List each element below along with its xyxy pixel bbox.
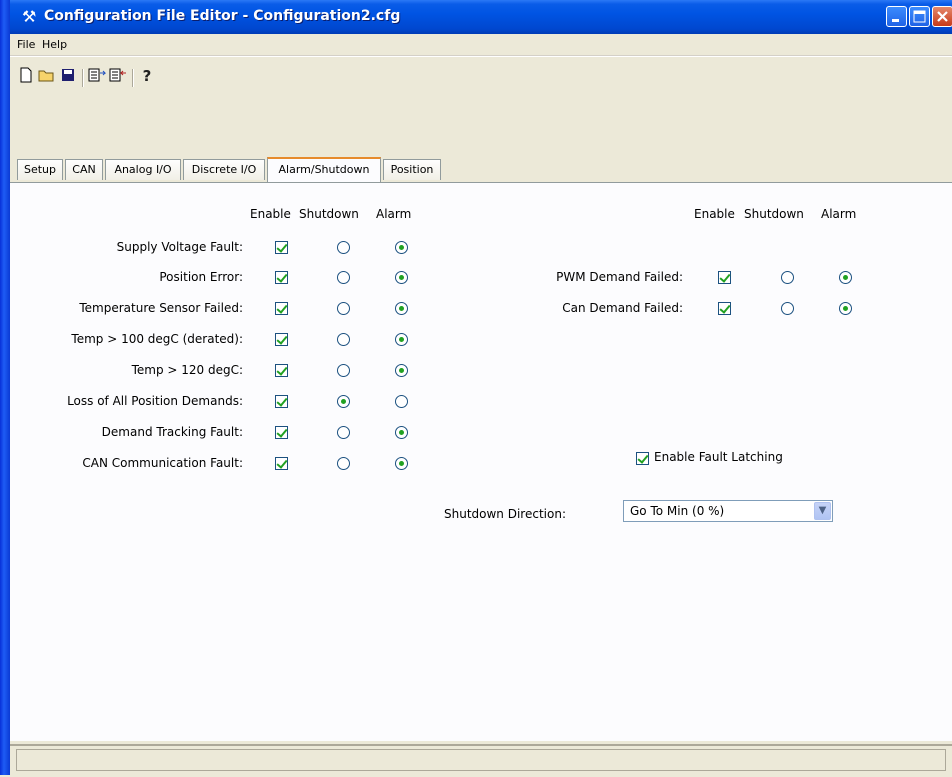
shutdown-direction-value: Go To Min (0 %) (630, 504, 725, 518)
status-panel (16, 749, 946, 771)
enable-checkbox[interactable] (275, 241, 288, 254)
shutdown-radio[interactable] (337, 395, 350, 408)
alarm-radio[interactable] (395, 302, 408, 315)
alarm-radio[interactable] (395, 271, 408, 284)
shutdown-radio[interactable] (337, 457, 350, 470)
status-bar (10, 744, 952, 777)
tab-setup[interactable]: Setup (17, 159, 63, 180)
tab-discrete-io[interactable]: Discrete I/O (183, 159, 265, 180)
close-icon (937, 11, 948, 22)
shutdown-radio[interactable] (337, 333, 350, 346)
shutdown-radio[interactable] (337, 364, 350, 377)
shutdown-radio[interactable] (781, 302, 794, 315)
export-icon[interactable] (88, 67, 107, 85)
alarm-radio[interactable] (395, 395, 408, 408)
alarm-radio[interactable] (839, 302, 852, 315)
alarm-radio[interactable] (395, 457, 408, 470)
fault-label: Position Error: (159, 270, 243, 284)
fault-label: Loss of All Position Demands: (67, 394, 243, 408)
shutdown-radio[interactable] (337, 241, 350, 254)
window-title: Configuration File Editor - Configuratio… (44, 8, 401, 24)
shutdown-radio[interactable] (337, 271, 350, 284)
shutdown-radio[interactable] (337, 426, 350, 439)
enable-checkbox[interactable] (275, 271, 288, 284)
fault-label: Temp > 100 degC (derated): (71, 332, 243, 346)
open-folder-icon[interactable] (38, 67, 56, 85)
alarm-radio[interactable] (839, 271, 852, 284)
shutdown-direction-select[interactable]: Go To Min (0 %) ▼ (623, 500, 833, 522)
import-icon[interactable] (109, 67, 127, 85)
left-header-alarm: Alarm (376, 207, 412, 221)
fault-label: CAN Communication Fault: (82, 456, 243, 470)
toolbar: ? (10, 56, 952, 97)
minimize-icon (892, 19, 899, 22)
title-bar[interactable]: ⚒ Configuration File Editor - Configurat… (10, 0, 952, 34)
fault-label: Can Demand Failed: (562, 301, 683, 315)
alarm-radio[interactable] (395, 241, 408, 254)
tools-icon: ⚒ (22, 7, 37, 26)
tab-alarm-shutdown[interactable]: Alarm/Shutdown (267, 157, 381, 182)
enable-checkbox[interactable] (275, 364, 288, 377)
tab-analog-io[interactable]: Analog I/O (105, 159, 181, 180)
help-icon[interactable]: ? (138, 67, 156, 85)
save-icon[interactable] (59, 67, 77, 85)
tab-strip: Setup CAN Analog I/O Discrete I/O Alarm/… (10, 157, 952, 183)
shutdown-radio[interactable] (781, 271, 794, 284)
enable-checkbox[interactable] (275, 457, 288, 470)
menu-file[interactable]: File (17, 38, 35, 51)
fault-label: PWM Demand Failed: (556, 270, 683, 284)
enable-checkbox[interactable] (275, 426, 288, 439)
fault-label: Supply Voltage Fault: (116, 240, 243, 254)
maximize-button[interactable] (909, 6, 930, 27)
right-header-alarm: Alarm (821, 207, 857, 221)
chevron-down-icon[interactable]: ▼ (814, 502, 831, 520)
enable-checkbox[interactable] (275, 333, 288, 346)
menu-bar: File Help (10, 34, 952, 56)
fault-label: Demand Tracking Fault: (101, 425, 243, 439)
left-header-enable: Enable (250, 207, 291, 221)
close-button[interactable] (932, 6, 952, 27)
tab-can[interactable]: CAN (65, 159, 103, 180)
left-header-shutdown: Shutdown (299, 207, 359, 221)
app-window: ⚒ Configuration File Editor - Configurat… (0, 0, 952, 777)
new-file-icon[interactable] (17, 67, 35, 85)
toolbar-separator (132, 69, 134, 87)
enable-checkbox[interactable] (275, 302, 288, 315)
fault-label: Temperature Sensor Failed: (79, 301, 243, 315)
toolbar-separator (82, 69, 84, 87)
menu-help[interactable]: Help (42, 38, 67, 51)
right-header-shutdown: Shutdown (744, 207, 804, 221)
shutdown-direction-label: Shutdown Direction: (444, 507, 566, 521)
tab-position[interactable]: Position (383, 159, 441, 180)
right-header-enable: Enable (694, 207, 735, 221)
enable-checkbox[interactable] (718, 302, 731, 315)
fault-latching-checkbox[interactable] (636, 452, 649, 465)
window-left-border (0, 0, 10, 775)
maximize-icon (913, 10, 926, 23)
alarm-radio[interactable] (395, 364, 408, 377)
alarm-radio[interactable] (395, 333, 408, 346)
fault-latching-label: Enable Fault Latching (654, 450, 783, 464)
alarm-radio[interactable] (395, 426, 408, 439)
enable-checkbox[interactable] (275, 395, 288, 408)
minimize-button[interactable] (886, 6, 907, 27)
fault-label: Temp > 120 degC: (131, 363, 243, 377)
enable-checkbox[interactable] (718, 271, 731, 284)
shutdown-radio[interactable] (337, 302, 350, 315)
